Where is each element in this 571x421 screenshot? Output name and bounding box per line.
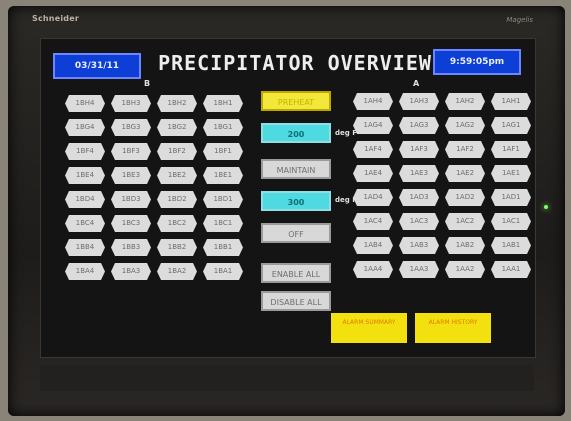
- field-button-1be2[interactable]: 1BE2: [157, 167, 197, 184]
- field-button-1bf4[interactable]: 1BF4: [65, 143, 105, 160]
- field-button-1bh1[interactable]: 1BH1: [203, 95, 243, 112]
- field-button-1be3[interactable]: 1BE3: [111, 167, 151, 184]
- field-button-1af4[interactable]: 1AF4: [353, 141, 393, 158]
- field-button-1bd2[interactable]: 1BD2: [157, 191, 197, 208]
- field-button-1aa3[interactable]: 1AA3: [399, 261, 439, 278]
- field-button-1ac2[interactable]: 1AC2: [445, 213, 485, 230]
- field-button-1bd1[interactable]: 1BD1: [203, 191, 243, 208]
- alarm-history-button[interactable]: ALARM HISTORY: [415, 313, 491, 343]
- hmi-screen: 03/31/11 PRECIPITATOR OVERVIEW 9:59:05pm…: [40, 38, 536, 358]
- field-button-1bb3[interactable]: 1BB3: [111, 239, 151, 256]
- field-button-1ba3[interactable]: 1BA3: [111, 263, 151, 280]
- field-button-1bc2[interactable]: 1BC2: [157, 215, 197, 232]
- alarm-summary-button[interactable]: ALARM SUMMARY: [331, 313, 407, 343]
- column-a-label: A: [413, 79, 420, 88]
- field-button-1ae2[interactable]: 1AE2: [445, 165, 485, 182]
- field-button-1aa2[interactable]: 1AA2: [445, 261, 485, 278]
- field-button-1af3[interactable]: 1AF3: [399, 141, 439, 158]
- field-button-1aa4[interactable]: 1AA4: [353, 261, 393, 278]
- maintain-setpoint-field[interactable]: 300: [261, 191, 331, 211]
- brand-logo-left: Schneider: [32, 14, 79, 23]
- brand-logo-right: Magelis: [506, 16, 533, 24]
- field-button-1ag4[interactable]: 1AG4: [353, 117, 393, 134]
- field-button-1bh2[interactable]: 1BH2: [157, 95, 197, 112]
- field-button-1bc3[interactable]: 1BC3: [111, 215, 151, 232]
- field-button-1ac3[interactable]: 1AC3: [399, 213, 439, 230]
- field-button-1ah2[interactable]: 1AH2: [445, 93, 485, 110]
- field-button-1ad2[interactable]: 1AD2: [445, 189, 485, 206]
- field-button-1bh3[interactable]: 1BH3: [111, 95, 151, 112]
- field-button-1ab4[interactable]: 1AB4: [353, 237, 393, 254]
- lower-bezel: [40, 365, 534, 391]
- field-button-1ac1[interactable]: 1AC1: [491, 213, 531, 230]
- field-button-1be1[interactable]: 1BE1: [203, 167, 243, 184]
- field-button-1bc4[interactable]: 1BC4: [65, 215, 105, 232]
- field-button-1ae3[interactable]: 1AE3: [399, 165, 439, 182]
- field-button-1ah1[interactable]: 1AH1: [491, 93, 531, 110]
- field-button-1ab1[interactable]: 1AB1: [491, 237, 531, 254]
- field-button-1bg2[interactable]: 1BG2: [157, 119, 197, 136]
- field-button-1bb1[interactable]: 1BB1: [203, 239, 243, 256]
- field-button-1bb4[interactable]: 1BB4: [65, 239, 105, 256]
- field-button-1af1[interactable]: 1AF1: [491, 141, 531, 158]
- disable-all-button[interactable]: DISABLE ALL: [261, 291, 331, 311]
- field-button-1ab3[interactable]: 1AB3: [399, 237, 439, 254]
- field-button-1bg4[interactable]: 1BG4: [65, 119, 105, 136]
- field-button-1bb2[interactable]: 1BB2: [157, 239, 197, 256]
- field-button-1ba2[interactable]: 1BA2: [157, 263, 197, 280]
- field-button-1bd3[interactable]: 1BD3: [111, 191, 151, 208]
- field-button-1ag2[interactable]: 1AG2: [445, 117, 485, 134]
- field-button-1bh4[interactable]: 1BH4: [65, 95, 105, 112]
- field-grid-b: 1BH4 1BH3 1BH2 1BH1 1BG4 1BG3 1BG2 1BG1 …: [65, 95, 243, 280]
- date-display: 03/31/11: [53, 53, 141, 79]
- field-grid-a: 1AH4 1AH3 1AH2 1AH1 1AG4 1AG3 1AG2 1AG1 …: [353, 93, 531, 278]
- field-button-1ae4[interactable]: 1AE4: [353, 165, 393, 182]
- field-button-1ac4[interactable]: 1AC4: [353, 213, 393, 230]
- field-button-1ah3[interactable]: 1AH3: [399, 93, 439, 110]
- maintain-button[interactable]: MAINTAIN: [261, 159, 331, 179]
- field-button-1ad4[interactable]: 1AD4: [353, 189, 393, 206]
- field-button-1bg1[interactable]: 1BG1: [203, 119, 243, 136]
- field-button-1ba1[interactable]: 1BA1: [203, 263, 243, 280]
- field-button-1ad1[interactable]: 1AD1: [491, 189, 531, 206]
- field-button-1af2[interactable]: 1AF2: [445, 141, 485, 158]
- column-b-label: B: [144, 79, 151, 88]
- field-button-1ag1[interactable]: 1AG1: [491, 117, 531, 134]
- field-button-1bd4[interactable]: 1BD4: [65, 191, 105, 208]
- field-button-1ba4[interactable]: 1BA4: [65, 263, 105, 280]
- field-button-1aa1[interactable]: 1AA1: [491, 261, 531, 278]
- field-button-1bf3[interactable]: 1BF3: [111, 143, 151, 160]
- field-button-1ab2[interactable]: 1AB2: [445, 237, 485, 254]
- off-button[interactable]: OFF: [261, 223, 331, 243]
- field-button-1ad3[interactable]: 1AD3: [399, 189, 439, 206]
- field-button-1ah4[interactable]: 1AH4: [353, 93, 393, 110]
- power-led-indicator: [544, 205, 548, 209]
- page-title: PRECIPITATOR OVERVIEW: [158, 51, 432, 75]
- field-button-1bf1[interactable]: 1BF1: [203, 143, 243, 160]
- enable-all-button[interactable]: ENABLE ALL: [261, 263, 331, 283]
- field-button-1ae1[interactable]: 1AE1: [491, 165, 531, 182]
- preheat-setpoint-field[interactable]: 200: [261, 123, 331, 143]
- field-button-1ag3[interactable]: 1AG3: [399, 117, 439, 134]
- field-button-1bf2[interactable]: 1BF2: [157, 143, 197, 160]
- field-button-1bg3[interactable]: 1BG3: [111, 119, 151, 136]
- preheat-button[interactable]: PREHEAT: [261, 91, 331, 111]
- field-button-1bc1[interactable]: 1BC1: [203, 215, 243, 232]
- time-display: 9:59:05pm: [433, 49, 521, 75]
- field-button-1be4[interactable]: 1BE4: [65, 167, 105, 184]
